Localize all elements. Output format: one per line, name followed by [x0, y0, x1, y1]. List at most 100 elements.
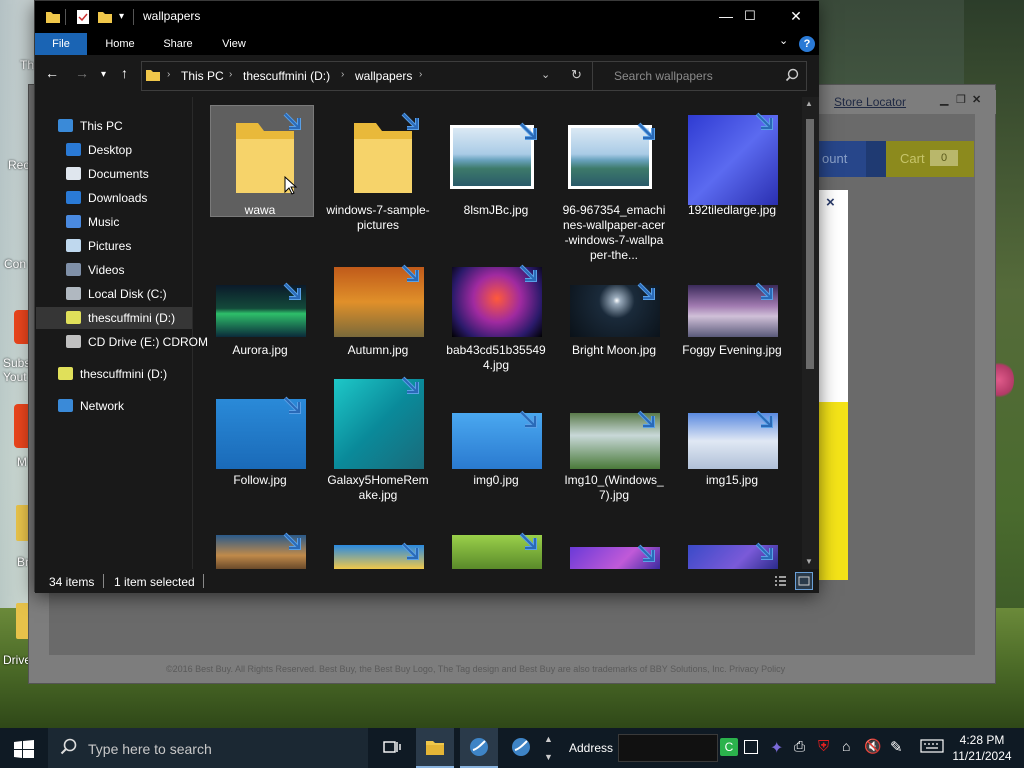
breadcrumb-separator-icon[interactable]: ›: [341, 69, 344, 80]
details-view-icon[interactable]: [773, 574, 787, 588]
help-icon[interactable]: ?: [799, 36, 815, 52]
file-name-label: 96-967354_emachines-wallpaper-acer-windo…: [562, 203, 666, 262]
status-divider: [203, 574, 204, 588]
shortcut-arrow-icon: [636, 121, 658, 143]
tab-file[interactable]: File: [35, 33, 87, 55]
nav-item[interactable]: Local Disk (C:): [36, 283, 192, 305]
taskbar-scroll-arrows[interactable]: ▲ ▼: [544, 730, 553, 766]
back-arrow-icon[interactable]: ←: [45, 65, 59, 81]
scroll-up-icon[interactable]: ▲: [805, 99, 813, 108]
usb-drive-icon: [66, 311, 81, 324]
taskbar-file-explorer[interactable]: [416, 728, 454, 768]
address-toolbar-input[interactable]: [618, 734, 718, 762]
restore-icon[interactable]: ❐: [956, 93, 966, 106]
nav-item[interactable]: CD Drive (E:) CDROM: [36, 331, 208, 353]
nav-item[interactable]: Desktop: [36, 139, 192, 161]
desktop-icon-label[interactable]: Drive: [3, 653, 31, 667]
file-name-label: windows-7-sample-pictures: [326, 203, 430, 232]
desktop-icon-label[interactable]: Th: [20, 58, 34, 72]
tray-app-icon[interactable]: C: [720, 738, 738, 756]
close-button[interactable]: ✕: [773, 1, 819, 33]
nav-item[interactable]: Downloads: [36, 187, 192, 209]
nav-item[interactable]: Network: [36, 395, 192, 417]
local-disk-icon: [66, 287, 81, 300]
task-view-button[interactable]: [372, 728, 410, 768]
shortcut-arrow-icon: [754, 541, 776, 563]
shortcut-arrow-icon: [400, 263, 422, 285]
pen-icon[interactable]: ✎: [890, 738, 908, 756]
breadcrumb-drive[interactable]: thescuffmini (D:): [243, 69, 330, 83]
large-icons-view-icon[interactable]: [795, 572, 813, 590]
search-placeholder: Search wallpapers: [614, 69, 713, 83]
nav-item[interactable]: Videos: [36, 259, 192, 281]
nav-item[interactable]: This PC: [36, 115, 192, 137]
customize-toolbar-chevron-icon[interactable]: ▾: [119, 11, 124, 27]
store-locator-link[interactable]: Store Locator: [834, 95, 906, 109]
tray-window-icon[interactable]: [744, 740, 758, 754]
recent-locations-chevron-icon[interactable]: ▾: [101, 69, 106, 80]
refresh-icon[interactable]: ↻: [571, 67, 582, 83]
address-dropdown-chevron-icon[interactable]: ⌄: [541, 68, 550, 81]
up-arrow-icon[interactable]: ↑: [121, 65, 128, 81]
forward-arrow-icon[interactable]: →: [75, 65, 89, 81]
file-explorer-window[interactable]: ▾ wallpapers — ☐ ✕ File Home Share View …: [34, 0, 819, 593]
folder-icon: [46, 12, 60, 23]
breadcrumb-this-pc[interactable]: This PC: [181, 69, 224, 83]
breadcrumb-wallpapers[interactable]: wallpapers: [355, 69, 412, 83]
modal-close-icon[interactable]: ×: [826, 194, 835, 211]
desktop-icon-label[interactable]: Con: [4, 257, 26, 271]
file-name-label: img0.jpg: [473, 473, 519, 487]
new-folder-icon[interactable]: [97, 9, 113, 25]
shortcut-arrow-icon: [518, 409, 540, 431]
folder-icon: [146, 70, 160, 81]
scroll-down-icon[interactable]: ▼: [805, 557, 813, 566]
nav-item-label: Network: [80, 399, 125, 413]
nav-item[interactable]: thescuffmini (D:): [36, 363, 192, 385]
taskbar-browser-2[interactable]: [502, 728, 540, 768]
breadcrumb-separator-icon[interactable]: ›: [167, 69, 170, 80]
status-selection: 1 item selected: [114, 575, 195, 589]
network-icon: [58, 399, 73, 412]
clock-date: 11/21/2024: [952, 749, 1012, 763]
desktop-icon-label[interactable]: M: [17, 455, 27, 469]
tab-share[interactable]: Share: [157, 33, 199, 55]
shortcut-arrow-icon: [282, 395, 304, 417]
nav-item[interactable]: Pictures: [36, 235, 192, 257]
shortcut-arrow-icon: [518, 531, 540, 553]
start-button[interactable]: [0, 728, 48, 768]
breadcrumb-separator-icon[interactable]: ›: [419, 69, 422, 80]
close-icon[interactable]: ✕: [972, 93, 981, 106]
usb-icon[interactable]: ⎙: [794, 738, 812, 756]
shortcut-arrow-icon: [518, 263, 540, 285]
breadcrumb-separator-icon[interactable]: ›: [229, 69, 232, 80]
security-shield-icon[interactable]: ⛨: [818, 738, 836, 756]
desktop-icon-label[interactable]: Rec: [8, 158, 29, 172]
maximize-button[interactable]: ☐: [727, 1, 773, 33]
desktop-folder-icon: [66, 143, 81, 156]
keyboard-icon[interactable]: [920, 738, 944, 756]
nav-item-label: Videos: [88, 263, 125, 277]
nav-item[interactable]: Music: [36, 211, 192, 233]
desktop-icon-label[interactable]: Subs: [3, 356, 30, 370]
tab-home[interactable]: Home: [99, 33, 141, 55]
minimize-icon[interactable]: ▁: [940, 93, 948, 106]
tab-view[interactable]: View: [215, 33, 253, 55]
chevron-down-icon[interactable]: [866, 141, 886, 177]
taskbar-clock[interactable]: 4:28 PM 11/21/2024: [950, 732, 1014, 764]
file-list-view[interactable]: wawa windows-7-sample-pictures 8lsmJBc.jpg…: [194, 97, 802, 569]
task-view-icon: [383, 741, 401, 753]
desktop-icon-label[interactable]: Yout: [3, 370, 27, 384]
volume-muted-icon[interactable]: 🔇: [864, 738, 882, 756]
scrollbar-thumb[interactable]: [806, 119, 814, 369]
nav-item[interactable]: Documents: [36, 163, 192, 185]
nav-item-label: thescuffmini (D:): [80, 367, 168, 381]
window-title: wallpapers: [143, 9, 201, 23]
network-icon[interactable]: ⌂: [842, 738, 860, 756]
nav-item[interactable]: thescuffmini (D:): [36, 307, 192, 329]
nav-item-label: Pictures: [88, 239, 132, 253]
properties-icon[interactable]: [75, 9, 91, 25]
taskbar-browser-1[interactable]: [460, 728, 498, 768]
tray-star-icon[interactable]: ✦: [770, 738, 788, 757]
search-icon[interactable]: [785, 68, 799, 82]
expand-ribbon-chevron-icon[interactable]: ⌄: [779, 34, 788, 47]
